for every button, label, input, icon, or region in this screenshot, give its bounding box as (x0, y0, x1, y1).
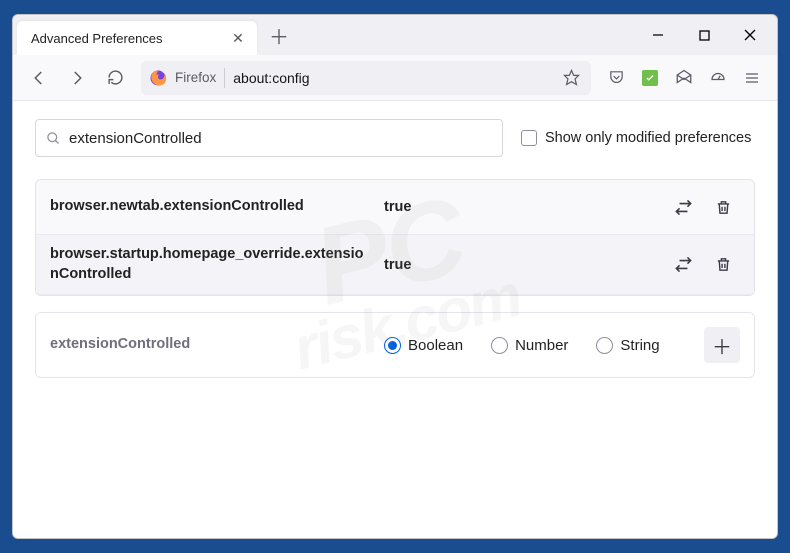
close-window-button[interactable] (727, 15, 773, 55)
pref-name: browser.newtab.extensionControlled (50, 197, 372, 217)
about-config-content: Show only modified preferences browser.n… (13, 101, 777, 538)
toggle-button[interactable] (666, 248, 700, 282)
radio-icon (596, 337, 613, 354)
extension-icon[interactable] (633, 61, 667, 95)
browser-window: Advanced Preferences ✕ ＋ Firef (12, 14, 778, 539)
back-button[interactable] (21, 61, 57, 95)
new-tab-button[interactable]: ＋ (263, 19, 295, 51)
toggle-button[interactable] (666, 190, 700, 224)
radio-boolean[interactable]: Boolean (384, 337, 463, 354)
new-pref-table: extensionControlled Boolean Number Strin… (35, 312, 755, 378)
dashboard-icon[interactable] (701, 61, 735, 95)
type-radio-group: Boolean Number String (384, 337, 692, 354)
pocket-icon[interactable] (599, 61, 633, 95)
bookmark-star-icon[interactable] (557, 69, 585, 86)
mail-icon[interactable] (667, 61, 701, 95)
pref-value: true (384, 257, 654, 273)
new-pref-row: extensionControlled Boolean Number Strin… (36, 313, 754, 377)
toolbar-right (599, 61, 769, 95)
navigation-toolbar: Firefox about:config (13, 55, 777, 101)
checkbox-label: Show only modified preferences (545, 130, 751, 146)
tab-bar: Advanced Preferences ✕ ＋ (13, 15, 777, 55)
url-text: about:config (233, 70, 549, 86)
search-icon (46, 131, 61, 146)
maximize-button[interactable] (681, 15, 727, 55)
delete-button[interactable] (706, 248, 740, 282)
checkbox-icon (521, 130, 537, 146)
pref-row[interactable]: browser.newtab.extensionControlled true (36, 180, 754, 235)
firefox-icon (149, 69, 167, 87)
add-button[interactable]: ＋ (704, 327, 740, 363)
preferences-table: browser.newtab.extensionControlled true … (35, 179, 755, 296)
delete-button[interactable] (706, 190, 740, 224)
pref-name: browser.startup.homepage_override.extens… (50, 245, 372, 284)
radio-icon (491, 337, 508, 354)
tab-advanced-preferences[interactable]: Advanced Preferences ✕ (17, 21, 257, 55)
search-row: Show only modified preferences (35, 119, 755, 157)
radio-string[interactable]: String (596, 337, 659, 354)
search-input[interactable] (69, 130, 492, 147)
reload-button[interactable] (97, 61, 133, 95)
window-controls (635, 15, 773, 55)
tab-title: Advanced Preferences (31, 31, 229, 46)
pref-value: true (384, 199, 654, 215)
close-icon[interactable]: ✕ (229, 29, 247, 47)
menu-button[interactable] (735, 61, 769, 95)
forward-button[interactable] (59, 61, 95, 95)
address-bar[interactable]: Firefox about:config (141, 61, 591, 95)
radio-number[interactable]: Number (491, 337, 568, 354)
minimize-button[interactable] (635, 15, 681, 55)
radio-icon (384, 337, 401, 354)
search-box[interactable] (35, 119, 503, 157)
new-pref-name: extensionControlled (50, 335, 372, 355)
identity-label: Firefox (175, 70, 216, 85)
pref-row[interactable]: browser.startup.homepage_override.extens… (36, 235, 754, 295)
modified-only-checkbox[interactable]: Show only modified preferences (521, 130, 751, 146)
